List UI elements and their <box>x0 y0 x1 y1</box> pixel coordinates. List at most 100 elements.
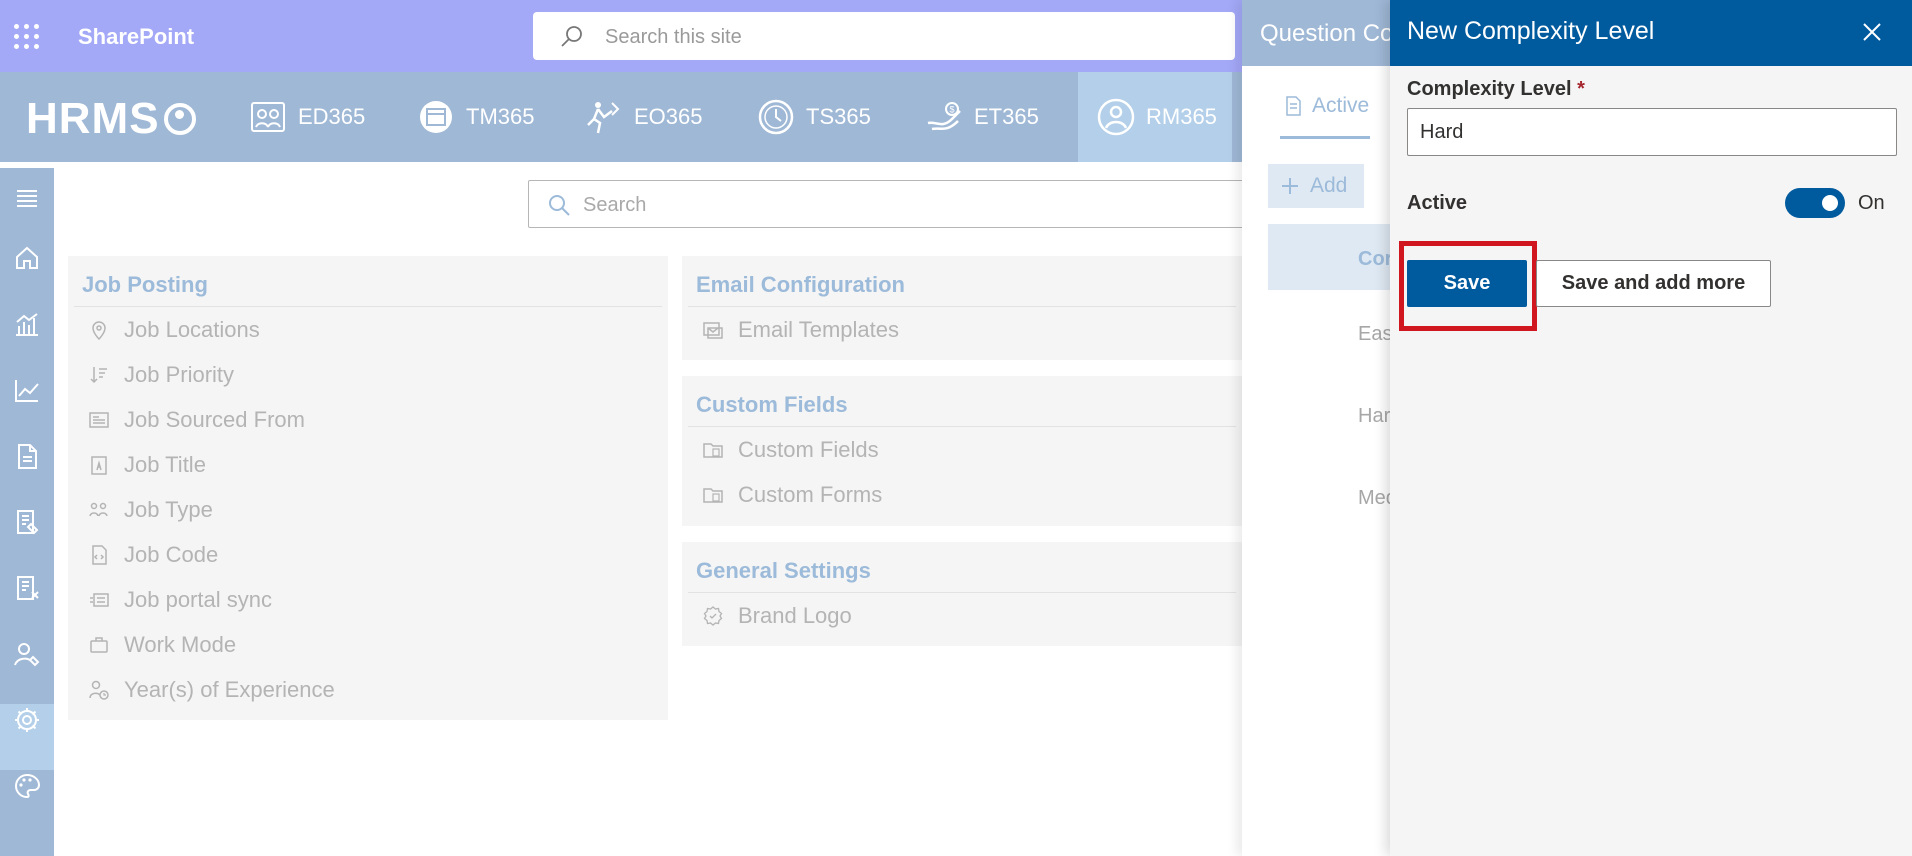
settings-link-job-type[interactable]: Job Type <box>68 487 668 532</box>
settings-link-label: Job Priority <box>124 361 235 387</box>
toggle-knob <box>1822 195 1838 211</box>
settings-search-input[interactable]: Search <box>528 180 1248 228</box>
tab-active[interactable]: Active <box>1282 94 1369 118</box>
settings-link-job-title[interactable]: Job Title <box>68 442 668 487</box>
menu-icon[interactable] <box>11 182 43 214</box>
nav-module-eo365[interactable]: EO365 <box>584 72 703 162</box>
location-pin-icon <box>92 320 106 340</box>
add-button[interactable]: Add <box>1268 164 1364 208</box>
palette-icon[interactable] <box>11 770 43 802</box>
add-label: Add <box>1310 174 1348 197</box>
onboarding-icon <box>587 102 620 134</box>
sharepoint-page: SharePoint Search this site HRMS ED365 T… <box>0 0 1912 856</box>
badge-icon <box>703 605 723 626</box>
panel-header: New Complexity Level <box>1390 0 1912 66</box>
document-cancel-icon[interactable] <box>11 572 43 604</box>
folder-form-icon <box>703 487 723 503</box>
complexity-level-label-text: Complexity Level <box>1407 78 1572 100</box>
nav-module-label: TS365 <box>806 104 871 129</box>
tab-underline <box>1280 136 1370 139</box>
brand-name[interactable]: SharePoint <box>78 24 194 50</box>
settings-link-label: Job Code <box>124 541 219 567</box>
settings-link-label: Job Type <box>124 496 213 522</box>
search-icon <box>561 26 582 47</box>
settings-link-job-portal-sync[interactable]: Job portal sync <box>68 577 668 622</box>
settings-link-job-priority[interactable]: Job Priority <box>68 352 668 397</box>
question-complexity-panel: Question Co Active Add Cor Easy Hard Med <box>1242 0 1412 856</box>
settings-link-job-sourced-from[interactable]: Job Sourced From <box>68 397 668 442</box>
briefcase-icon <box>90 636 108 653</box>
document-icon[interactable] <box>11 440 43 472</box>
sync-card-icon <box>90 592 109 607</box>
settings-link-label: Custom Forms <box>738 481 883 507</box>
close-icon[interactable] <box>1860 20 1884 44</box>
settings-link-label: Job Sourced From <box>124 406 305 432</box>
complexity-level-input[interactable]: Hard <box>1407 108 1897 156</box>
people-team-icon <box>89 502 108 516</box>
email-configuration-title: Email Configuration <box>688 256 1236 307</box>
active-toggle[interactable] <box>1785 188 1845 218</box>
email-configuration-card: Email Configuration Email Templates <box>682 256 1242 360</box>
code-document-icon <box>92 544 107 565</box>
settings-link-label: Year(s) of Experience <box>124 676 335 702</box>
email-template-icon <box>703 321 723 339</box>
nav-module-tm365[interactable]: TM365 <box>416 72 534 162</box>
expense-tracker-icon: $ <box>927 102 961 131</box>
site-search-placeholder: Search this site <box>605 26 742 48</box>
question-panel-title: Question Co <box>1242 0 1412 66</box>
required-mark: * <box>1577 78 1585 100</box>
settings-link-work-mode[interactable]: Work Mode <box>68 622 668 667</box>
job-posting-title: Job Posting <box>74 256 662 307</box>
settings-search-placeholder: Search <box>583 194 647 216</box>
panel-title: New Complexity Level <box>1407 17 1655 45</box>
settings-link-job-locations[interactable]: Job Locations <box>68 307 668 352</box>
document-icon <box>1286 96 1301 116</box>
settings-link-label: Brand Logo <box>738 602 852 628</box>
nav-module-rm365[interactable]: RM365 <box>1078 72 1232 162</box>
settings-link-job-code[interactable]: Job Code <box>68 532 668 577</box>
home-icon[interactable] <box>11 242 43 274</box>
recruitment-icon <box>1097 98 1135 136</box>
general-settings-title: General Settings <box>688 542 1236 593</box>
clipboard-text-icon <box>91 455 107 475</box>
settings-link-custom-fields[interactable]: Custom Fields <box>682 427 1242 472</box>
custom-fields-card: Custom Fields Custom Fields Custom Forms <box>682 376 1242 526</box>
time-management-icon <box>420 101 452 133</box>
settings-link-label: Job Title <box>124 451 206 477</box>
plus-icon <box>1282 178 1298 194</box>
custom-fields-title: Custom Fields <box>688 376 1236 427</box>
nav-module-ed365[interactable]: ED365 <box>248 72 365 162</box>
person-clock-icon <box>89 680 109 700</box>
settings-link-label: Custom Fields <box>738 436 879 462</box>
settings-link-label: Email Templates <box>738 316 899 342</box>
settings-link-label: Job Locations <box>124 316 260 342</box>
analytics-icon[interactable] <box>11 308 43 340</box>
hrms-logo[interactable]: HRMS <box>26 94 196 144</box>
settings-link-label: Job portal sync <box>124 586 272 612</box>
settings-link-years-of-experience[interactable]: Year(s) of Experience <box>68 667 668 712</box>
app-launcher-icon[interactable] <box>14 24 40 50</box>
left-rail <box>0 168 54 856</box>
form-icon[interactable] <box>11 506 43 538</box>
complexity-level-label: Complexity Level * <box>1407 78 1585 101</box>
site-search-input[interactable]: Search this site <box>533 12 1235 60</box>
save-button[interactable]: Save <box>1407 260 1527 307</box>
general-settings-card: General Settings Brand Logo <box>682 542 1242 646</box>
settings-icon[interactable] <box>11 704 43 736</box>
news-icon <box>89 411 109 428</box>
line-chart-icon[interactable] <box>11 374 43 406</box>
settings-link-brand-logo[interactable]: Brand Logo <box>682 593 1242 638</box>
folder-document-icon <box>703 442 723 458</box>
settings-link-custom-forms[interactable]: Custom Forms <box>682 472 1242 517</box>
nav-module-et365[interactable]: $ ET365 <box>924 72 1039 162</box>
job-posting-card: Job Posting Job Locations Job Priority J… <box>68 256 668 720</box>
settings-link-email-templates[interactable]: Email Templates <box>682 307 1242 352</box>
save-and-add-more-button[interactable]: Save and add more <box>1536 260 1771 307</box>
svg-text:$: $ <box>950 105 955 115</box>
user-settings-icon[interactable] <box>11 638 43 670</box>
toggle-state-label: On <box>1858 192 1885 214</box>
tab-label: Active <box>1312 94 1370 117</box>
nav-module-ts365[interactable]: TS365 <box>756 72 871 162</box>
nav-module-label: ET365 <box>974 104 1039 129</box>
nav-module-label: EO365 <box>634 104 703 129</box>
